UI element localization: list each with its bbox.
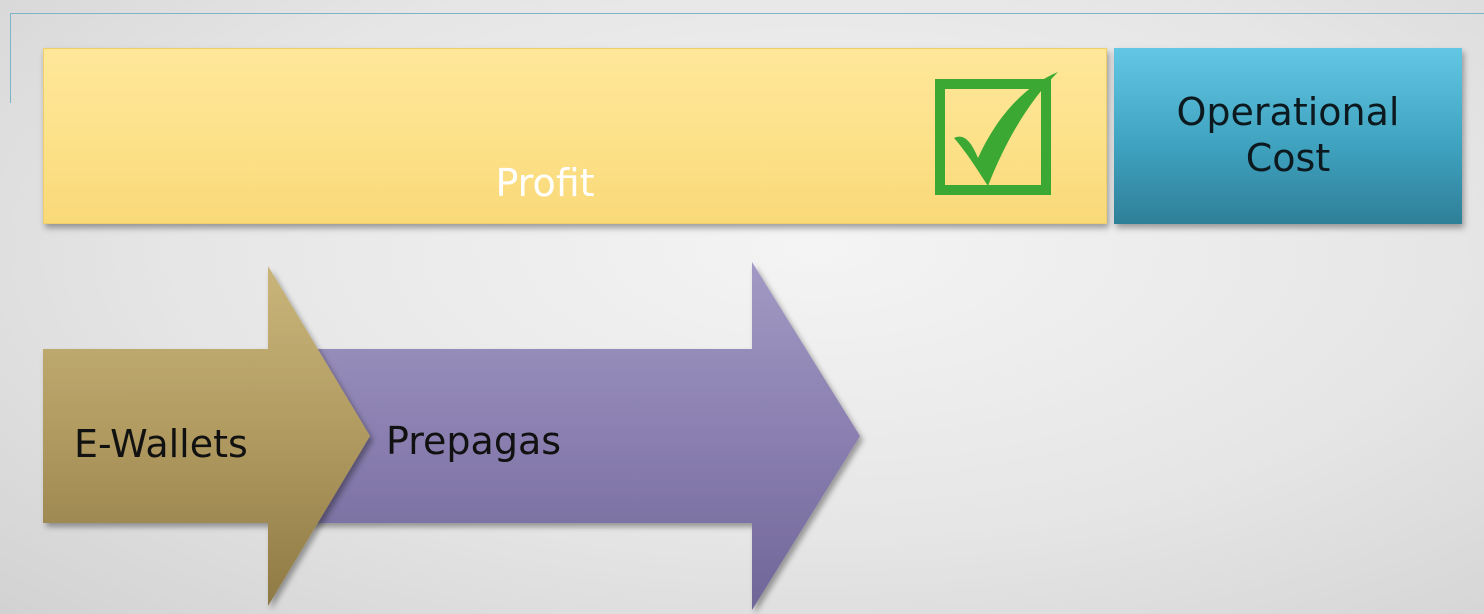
prepagas-label: Prepagas bbox=[386, 419, 562, 463]
arrows-diagram bbox=[43, 262, 860, 610]
prepagas-arrow bbox=[300, 262, 860, 610]
e-wallets-label: E-Wallets bbox=[74, 422, 248, 466]
